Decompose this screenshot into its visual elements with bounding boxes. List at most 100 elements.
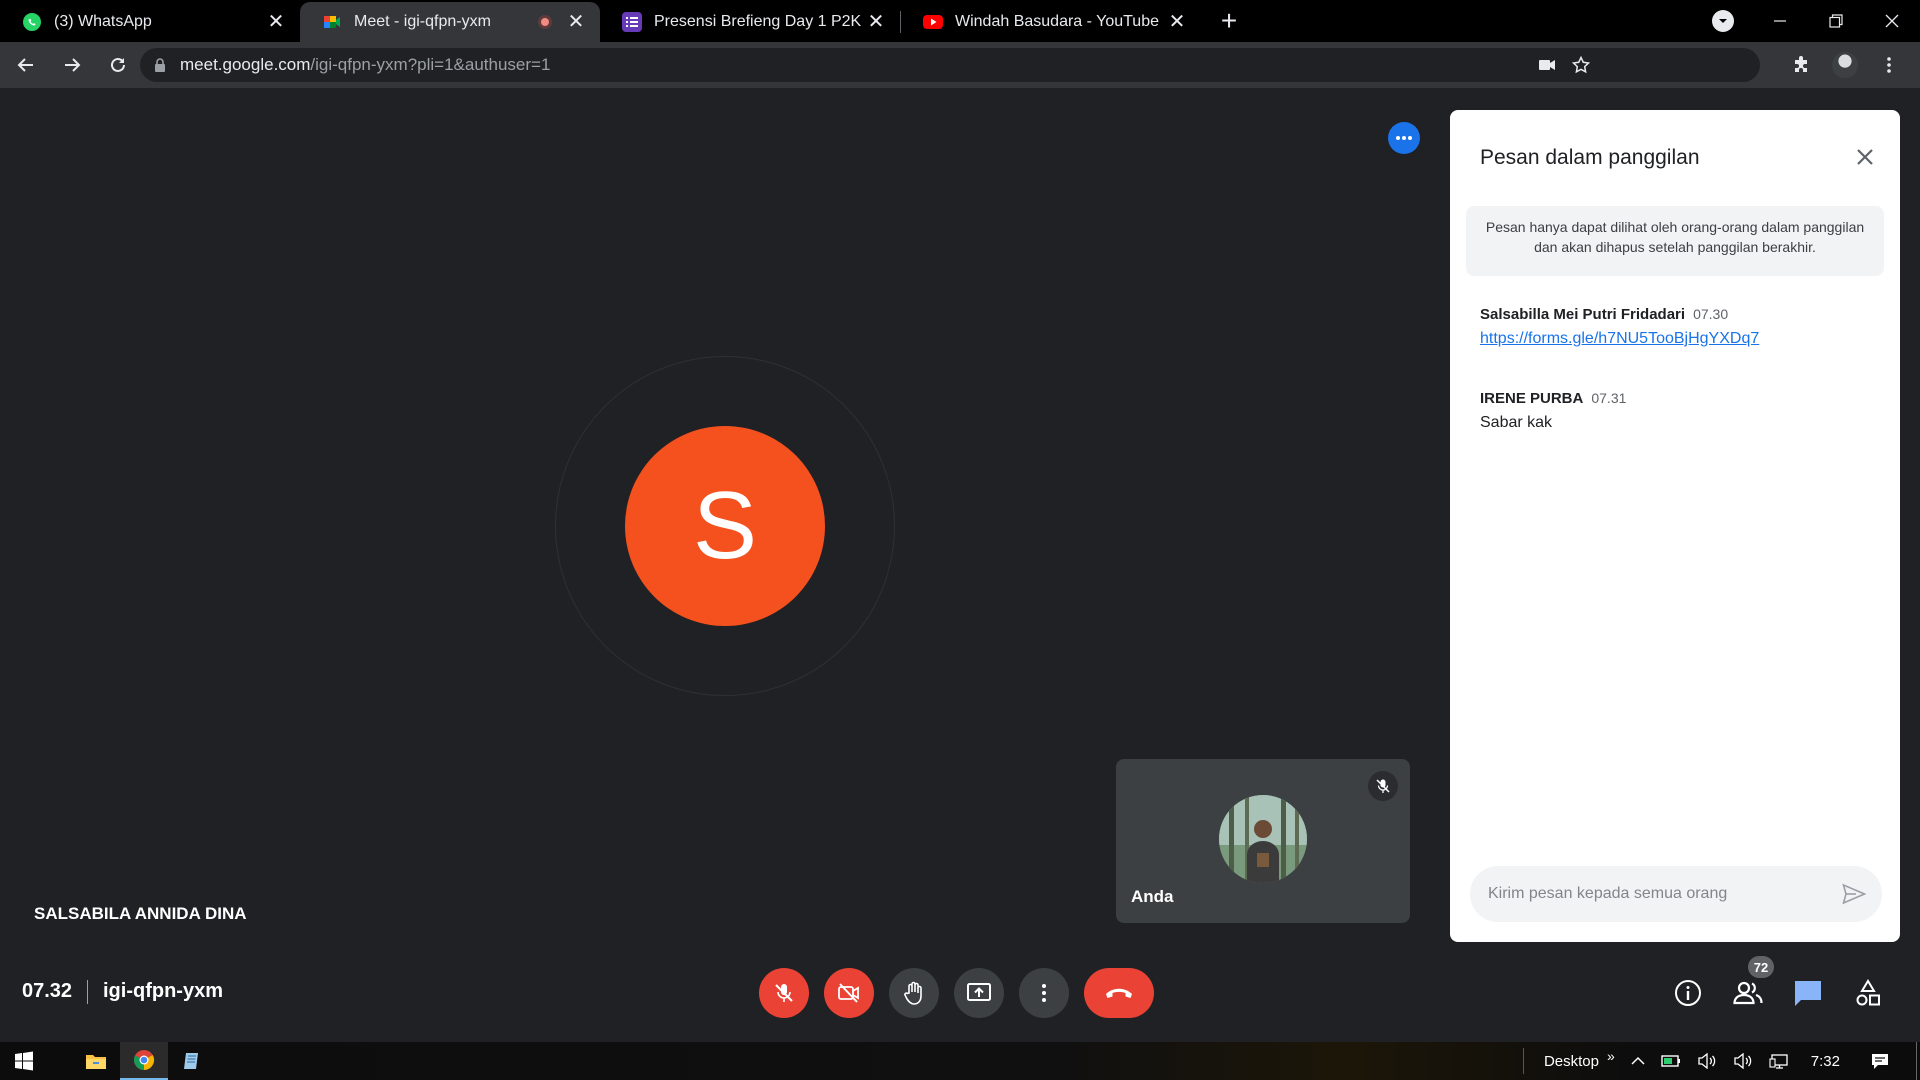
volume-icon[interactable] (1725, 1053, 1761, 1069)
meeting-details-button[interactable] (1663, 968, 1713, 1018)
self-name-label: Anda (1131, 887, 1174, 906)
present-icon (966, 982, 992, 1004)
windows-start-icon[interactable] (0, 1042, 48, 1080)
chat-message: IRENE PURBA 07.31 Sabar kak (1480, 390, 1880, 432)
info-icon (1674, 979, 1702, 1007)
youtube-icon (923, 15, 943, 29)
toolbar-right (1784, 42, 1920, 88)
activities-icon (1854, 979, 1882, 1007)
divider (87, 980, 88, 1004)
forward-icon[interactable] (52, 45, 92, 85)
message-time: 07.31 (1591, 390, 1627, 406)
more-options-button[interactable] (1019, 968, 1069, 1018)
bookmark-star-icon[interactable] (1572, 56, 1590, 74)
chat-message: Salsabilla Mei Putri Fridadari 07.30 http… (1480, 306, 1880, 348)
notification-center-icon[interactable] (1862, 1052, 1916, 1070)
chat-privacy-note: Pesan hanya dapat dilihat oleh orang-ora… (1466, 206, 1884, 276)
network-icon[interactable] (1761, 1053, 1797, 1069)
tab-whatsapp[interactable]: (3) WhatsApp ✕ (0, 2, 300, 42)
chat-button[interactable] (1783, 968, 1833, 1018)
restore-icon[interactable] (1808, 0, 1864, 42)
participant-count-badge: 72 (1748, 956, 1774, 978)
hang-up-icon (1104, 986, 1134, 1000)
mic-toggle-button[interactable] (759, 968, 809, 1018)
file-explorer-icon[interactable] (72, 1042, 120, 1080)
browser-toolbar: meet.google.com/igi-qfpn-yxm?pli=1&authu… (0, 42, 1920, 88)
chat-panel: Pesan dalam panggilan Pesan hanya dapat … (1450, 110, 1900, 942)
browser-tab-bar: (3) WhatsApp ✕ Meet - igi-qfpn-yxm ✕ Pre… (0, 0, 1920, 42)
activities-button[interactable] (1843, 968, 1893, 1018)
tab-search-icon[interactable] (1712, 10, 1734, 32)
chat-message-input[interactable] (1488, 885, 1828, 903)
speaker-icon[interactable] (1689, 1053, 1725, 1069)
toolbar-overflow-icon[interactable]: » (1607, 1048, 1623, 1064)
tab-title: (3) WhatsApp (54, 13, 152, 30)
profile-avatar[interactable] (1828, 48, 1862, 82)
battery-icon[interactable] (1653, 1054, 1689, 1068)
tab-close-icon[interactable]: ✕ (566, 12, 586, 32)
raise-hand-button[interactable] (889, 968, 939, 1018)
meeting-code: igi-qfpn-yxm (103, 980, 223, 1002)
meet-stage: S SALSABILA ANNIDA DINA Anda Pesan dalam… (0, 88, 1920, 1042)
avatar (1832, 52, 1858, 78)
tab-forms[interactable]: Presensi Brefieng Day 1 P2K ✕ (600, 2, 900, 42)
close-window-icon[interactable] (1864, 0, 1920, 42)
recording-indicator-icon (538, 15, 552, 29)
extensions-icon[interactable] (1784, 48, 1818, 82)
window-controls (1752, 0, 1920, 42)
camera-off-icon (837, 982, 861, 1004)
more-vert-icon (1041, 983, 1047, 1003)
camera-toggle-button[interactable] (824, 968, 874, 1018)
browser-menu-icon[interactable] (1872, 48, 1906, 82)
desktop-toolbar-label[interactable]: Desktop (1536, 1053, 1607, 1070)
reload-icon[interactable] (98, 45, 138, 85)
tab-close-icon[interactable]: ✕ (866, 12, 886, 32)
present-screen-button[interactable] (954, 968, 1004, 1018)
meeting-clock: 07.32 (22, 980, 73, 1002)
speaker-name: SALSABILA ANNIDA DINA (34, 904, 247, 923)
minimize-icon[interactable] (1752, 0, 1808, 42)
speaker-avatar: S (625, 426, 825, 626)
chat-input-container (1470, 866, 1882, 922)
tab-youtube[interactable]: Windah Basudara - YouTube ✕ (901, 2, 1201, 42)
tray-divider (1522, 1048, 1524, 1074)
self-avatar (1219, 795, 1307, 883)
hand-icon (903, 981, 925, 1005)
forms-icon (622, 12, 642, 32)
new-tab-button[interactable]: + (1209, 2, 1249, 42)
chat-title: Pesan dalam panggilan (1480, 146, 1700, 169)
send-icon[interactable] (1840, 880, 1868, 908)
tab-close-icon[interactable]: ✕ (266, 12, 286, 32)
lock-icon (154, 58, 166, 72)
camera-in-use-icon[interactable] (1538, 58, 1556, 72)
people-icon (1733, 981, 1763, 1005)
system-tray: Desktop » 7:32 (1522, 1042, 1920, 1080)
tab-title: Presensi Brefieng Day 1 P2K (654, 13, 862, 30)
self-mic-off-icon (1368, 771, 1398, 801)
message-time: 07.30 (1693, 306, 1729, 322)
system-clock[interactable]: 7:32 (1797, 1053, 1862, 1070)
os-taskbar: Desktop » 7:32 (0, 1042, 1920, 1080)
message-text: Sabar kak (1480, 414, 1553, 431)
leave-call-button[interactable] (1084, 968, 1154, 1018)
chrome-taskbar-icon[interactable] (120, 1042, 168, 1080)
message-sender: Salsabilla Mei Putri Fridadari (1480, 306, 1686, 323)
whatsapp-icon (22, 12, 42, 32)
url-path: /igi-qfpn-yxm?pli=1&authuser=1 (310, 55, 551, 74)
close-icon[interactable] (1850, 142, 1880, 172)
tab-title: Windah Basudara - YouTube (955, 13, 1159, 30)
tray-expand-icon[interactable] (1623, 1056, 1653, 1066)
tab-title: Meet - igi-qfpn-yxm (354, 13, 491, 30)
meet-icon (322, 12, 342, 32)
mic-off-icon (773, 982, 795, 1004)
address-bar[interactable]: meet.google.com/igi-qfpn-yxm?pli=1&authu… (140, 48, 1760, 82)
self-video-tile[interactable]: Anda (1116, 759, 1410, 923)
notes-app-icon[interactable] (168, 1042, 216, 1080)
tab-close-icon[interactable]: ✕ (1167, 12, 1187, 32)
back-icon[interactable] (6, 45, 46, 85)
tab-meet[interactable]: Meet - igi-qfpn-yxm ✕ (300, 2, 600, 42)
show-desktop-button[interactable] (1916, 1042, 1920, 1080)
tile-options-icon[interactable] (1388, 122, 1420, 154)
chat-icon (1793, 979, 1823, 1007)
message-link[interactable]: https://forms.gle/h7NU5TooBjHgYXDq7 (1480, 330, 1759, 347)
